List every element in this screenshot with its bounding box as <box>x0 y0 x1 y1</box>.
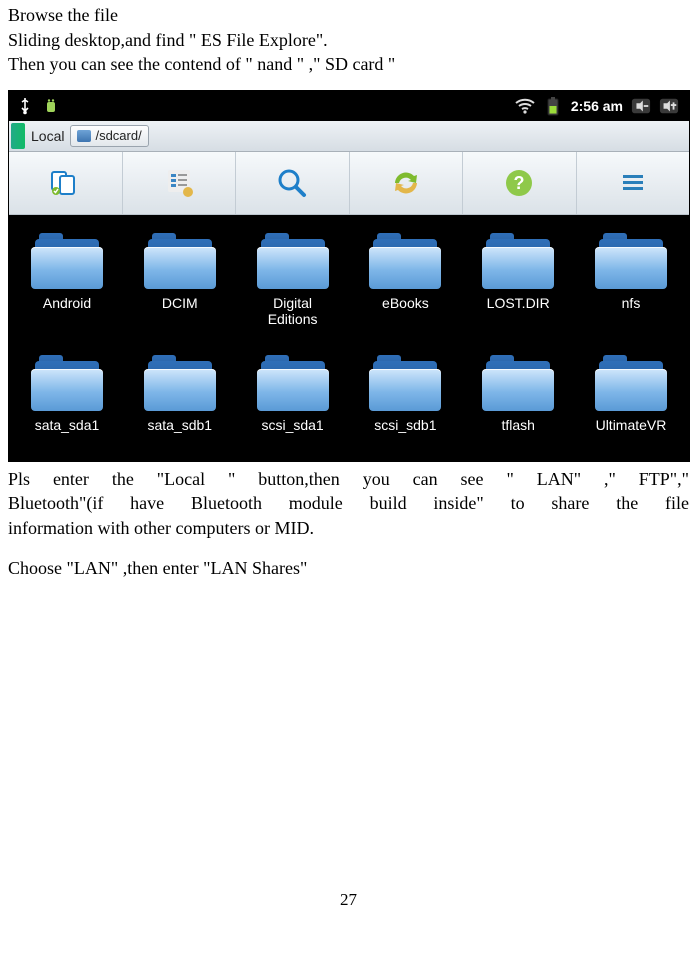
page-number: 27 <box>8 890 689 910</box>
folder-label: sata_sda1 <box>35 417 100 433</box>
folder-item[interactable]: tflash <box>464 355 572 433</box>
scope-button[interactable]: Local <box>27 128 70 144</box>
sdcard-icon <box>77 130 91 142</box>
folder-icon <box>369 233 441 289</box>
path-bar: Local /sdcard/ <box>9 121 689 152</box>
vol-down-icon[interactable] <box>631 96 651 116</box>
folder-icon <box>257 355 329 411</box>
search-icon <box>274 165 310 201</box>
intro-line: Sliding desktop,and find " ES File Explo… <box>8 29 689 52</box>
folder-item[interactable]: DCIM <box>126 233 234 327</box>
path-indicator <box>11 123 25 149</box>
folder-icon <box>144 355 216 411</box>
view-icon <box>161 165 197 201</box>
after-line: Pls enter the "Local " button,then you c… <box>8 468 689 491</box>
debug-icon <box>41 96 61 116</box>
tool-refresh[interactable] <box>350 152 464 214</box>
folder-label: Android <box>43 295 91 311</box>
folder-label: sata_sdb1 <box>147 417 212 433</box>
folder-icon <box>31 355 103 411</box>
folder-icon <box>31 233 103 289</box>
folder-label: scsi_sda1 <box>261 417 323 433</box>
folder-icon <box>144 233 216 289</box>
after-line: information with other computers or MID. <box>8 517 689 540</box>
path-chip[interactable]: /sdcard/ <box>70 125 148 147</box>
folder-item[interactable]: scsi_sda1 <box>239 355 347 433</box>
svg-text:?: ? <box>514 173 525 193</box>
refresh-icon <box>388 165 424 201</box>
after-line: Choose "LAN" ,then enter "LAN Shares" <box>8 557 689 580</box>
folder-icon <box>482 355 554 411</box>
menu-icon <box>615 165 651 201</box>
path-text: /sdcard/ <box>95 128 141 143</box>
folder-item[interactable]: nfs <box>577 233 685 327</box>
folder-label: DCIM <box>162 295 198 311</box>
folder-label: LOST.DIR <box>487 295 550 311</box>
folder-item[interactable]: Android <box>13 233 121 327</box>
folder-item[interactable]: LOST.DIR <box>464 233 572 327</box>
screenshot: 2:56 am Local /sdcard/ <box>8 90 690 462</box>
intro-text: Browse the file Sliding desktop,and find… <box>8 4 689 76</box>
toolbar: ? <box>9 152 689 215</box>
status-bar: 2:56 am <box>9 91 689 121</box>
tool-menu[interactable] <box>577 152 690 214</box>
folder-label: UltimateVR <box>596 417 667 433</box>
intro-line: Then you can see the contend of " nand "… <box>8 53 689 76</box>
multiselect-icon <box>47 165 83 201</box>
folder-icon <box>595 233 667 289</box>
folder-icon <box>482 233 554 289</box>
battery-icon <box>543 96 563 116</box>
usb-icon <box>15 96 35 116</box>
folder-item[interactable]: scsi_sdb1 <box>351 355 459 433</box>
folder-item[interactable]: eBooks <box>351 233 459 327</box>
folder-item[interactable]: Digital Editions <box>239 233 347 327</box>
tool-help[interactable]: ? <box>463 152 577 214</box>
help-icon: ? <box>501 165 537 201</box>
tool-view[interactable] <box>123 152 237 214</box>
folder-item[interactable]: UltimateVR <box>577 355 685 433</box>
after-text: Pls enter the "Local " button,then you c… <box>8 468 689 580</box>
folder-icon <box>595 355 667 411</box>
folder-label: scsi_sdb1 <box>374 417 436 433</box>
intro-line: Browse the file <box>8 4 689 27</box>
folder-label: Digital Editions <box>268 295 318 327</box>
folder-icon <box>369 355 441 411</box>
folder-icon <box>257 233 329 289</box>
after-line: Bluetooth"(if have Bluetooth module buil… <box>8 492 689 515</box>
folder-label: tflash <box>501 417 534 433</box>
folder-item[interactable]: sata_sdb1 <box>126 355 234 433</box>
tool-search[interactable] <box>236 152 350 214</box>
clock: 2:56 am <box>571 98 623 114</box>
tool-multiselect[interactable] <box>9 152 123 214</box>
vol-up-icon[interactable] <box>659 96 679 116</box>
folder-label: nfs <box>622 295 641 311</box>
folder-grid: Android DCIM Digital Editions eBooks LOS… <box>9 215 689 461</box>
folder-item[interactable]: sata_sda1 <box>13 355 121 433</box>
wifi-icon <box>515 96 535 116</box>
folder-label: eBooks <box>382 295 429 311</box>
